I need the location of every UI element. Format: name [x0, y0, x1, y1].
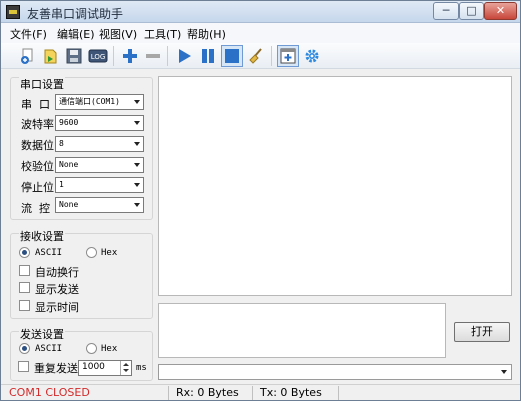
stopbits-value: 1	[59, 180, 64, 189]
databits-label: 数据位	[21, 139, 54, 152]
chevron-down-icon	[134, 100, 140, 104]
parity-select[interactable]: None	[55, 157, 144, 173]
remove-icon[interactable]	[142, 45, 164, 67]
log-icon-label: LOG	[91, 53, 106, 61]
port-value: 通信端口(COM1)	[59, 97, 120, 106]
port-select[interactable]: 通信端口(COM1)	[55, 94, 144, 110]
chevron-down-icon	[134, 183, 140, 187]
interval-value: 1000	[82, 362, 105, 372]
receive-ascii-label: ASCII	[35, 248, 63, 258]
receive-ascii-radio[interactable]	[19, 247, 30, 258]
rx-count: Rx: 0 Bytes	[176, 386, 239, 399]
stopbits-label: 停止位	[21, 181, 54, 194]
databits-value: 8	[59, 139, 64, 148]
menu-bar: 文件(F) 编辑(E) 视图(V) 工具(T) 帮助(H)	[1, 23, 520, 43]
stopbits-select[interactable]: 1	[55, 177, 144, 193]
new-session-icon[interactable]	[17, 45, 39, 67]
receive-settings-title: 接收设置	[19, 228, 65, 244]
clear-broom-icon[interactable]	[246, 45, 268, 67]
autowrap-checkbox[interactable]	[19, 265, 30, 276]
parity-label: 校验位	[21, 160, 54, 173]
pause-icon[interactable]	[197, 45, 219, 67]
show-send-label: 显示发送	[35, 283, 79, 296]
minimize-button[interactable]: ─	[433, 2, 459, 20]
send-hex-label: Hex	[101, 344, 118, 354]
flow-label: 流 控	[21, 202, 50, 215]
add-panel-icon[interactable]	[277, 45, 299, 67]
receive-hex-radio[interactable]	[86, 247, 97, 258]
interval-unit: ms	[136, 363, 147, 373]
chevron-down-icon[interactable]	[123, 369, 129, 372]
menu-tools[interactable]: 工具(T)	[144, 26, 181, 42]
baud-value: 9600	[59, 118, 79, 127]
window-title: 友善串口调试助手	[27, 7, 124, 21]
databits-select[interactable]: 8	[55, 136, 144, 152]
interval-stepper[interactable]: 1000	[78, 360, 132, 376]
receive-settings-group: 接收设置 ASCII Hex 自动换行 显示发送 显示时间	[10, 228, 153, 319]
tx-count: Tx: 0 Bytes	[260, 386, 322, 399]
port-status: COM1 CLOSED	[9, 386, 90, 399]
add-icon[interactable]	[119, 45, 141, 67]
send-settings-title: 发送设置	[19, 326, 65, 342]
app-icon	[6, 5, 20, 19]
send-ascii-radio[interactable]	[19, 343, 30, 354]
log-icon[interactable]: LOG	[87, 45, 109, 67]
open-file-icon[interactable]	[40, 45, 62, 67]
show-send-checkbox[interactable]	[19, 282, 30, 293]
title-bar[interactable]: 友善串口调试助手 ─ □ ✕	[1, 1, 520, 23]
chevron-down-icon	[134, 121, 140, 125]
serial-settings-group: 串口设置 串 口 通信端口(COM1) 波特率 9600 数据位 8 校验位 N…	[10, 76, 153, 220]
chevron-down-icon	[134, 142, 140, 146]
chevron-up-icon[interactable]	[123, 363, 129, 366]
app-window: 友善串口调试助手 ─ □ ✕ 文件(F) 编辑(E) 视图(V) 工具(T) 帮…	[0, 0, 521, 401]
save-icon[interactable]	[63, 45, 85, 67]
status-bar: COM1 CLOSED Rx: 0 Bytes Tx: 0 Bytes	[1, 384, 520, 400]
menu-edit[interactable]: 编辑(E)	[57, 26, 95, 42]
port-label: 串 口	[21, 98, 50, 111]
serial-settings-title: 串口设置	[19, 76, 65, 92]
baud-select[interactable]: 9600	[55, 115, 144, 131]
flow-select[interactable]: None	[55, 197, 144, 213]
stop-icon[interactable]	[221, 45, 243, 67]
menu-view[interactable]: 视图(V)	[99, 26, 137, 42]
send-ascii-label: ASCII	[35, 344, 63, 354]
parity-value: None	[59, 160, 79, 169]
receive-text-area[interactable]	[158, 76, 512, 296]
show-time-checkbox[interactable]	[19, 300, 30, 311]
baud-label: 波特率	[21, 118, 54, 131]
stepper-buttons[interactable]	[120, 361, 131, 375]
open-port-button[interactable]: 打开	[454, 322, 510, 342]
flow-value: None	[59, 200, 79, 209]
send-history-select[interactable]	[158, 364, 512, 380]
maximize-button[interactable]: □	[459, 2, 484, 20]
repeat-send-label: 重复发送	[34, 362, 78, 375]
receive-hex-label: Hex	[101, 248, 118, 258]
chevron-down-icon	[501, 370, 507, 374]
autowrap-label: 自动换行	[35, 266, 79, 279]
repeat-send-checkbox[interactable]	[18, 361, 29, 372]
play-icon[interactable]	[173, 45, 195, 67]
menu-file[interactable]: 文件(F)	[10, 26, 47, 42]
chevron-down-icon	[134, 163, 140, 167]
show-time-label: 显示时间	[35, 301, 79, 314]
chevron-down-icon	[134, 203, 140, 207]
close-button[interactable]: ✕	[484, 2, 517, 20]
menu-help[interactable]: 帮助(H)	[187, 26, 226, 42]
send-hex-radio[interactable]	[86, 343, 97, 354]
settings-gear-icon[interactable]	[301, 45, 323, 67]
toolbar: LOG	[1, 43, 520, 69]
send-text-area[interactable]	[158, 303, 446, 358]
